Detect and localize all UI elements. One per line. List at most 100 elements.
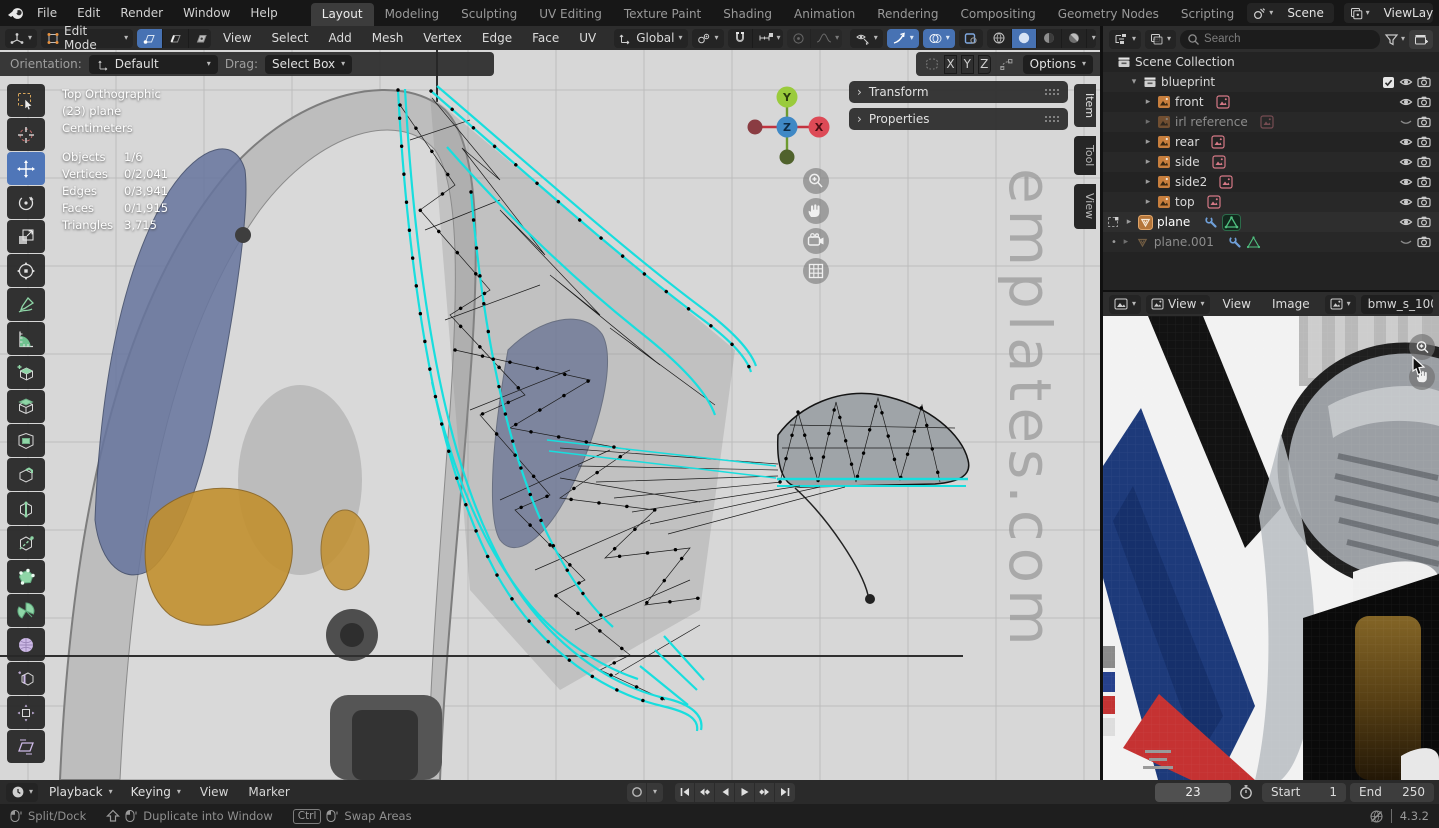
row-plane-001[interactable]: • ▸ plane.001 bbox=[1103, 232, 1439, 252]
play-reverse-button[interactable] bbox=[715, 782, 735, 802]
network-offline-icon[interactable] bbox=[1369, 809, 1384, 824]
image-mode-dropdown[interactable]: View ▾ bbox=[1146, 294, 1210, 314]
chevron-right-icon[interactable]: ▸ bbox=[1143, 157, 1153, 167]
scene-type-dropdown[interactable]: ▾ bbox=[1247, 3, 1279, 23]
tab-sculpting[interactable]: Sculpting bbox=[450, 3, 528, 26]
viewlayer-type-dropdown[interactable]: ▾ bbox=[1344, 3, 1376, 23]
tab-animation[interactable]: Animation bbox=[783, 3, 866, 26]
tool-inset-faces[interactable] bbox=[7, 424, 45, 457]
shading-dropdown[interactable]: ▾ bbox=[1086, 28, 1097, 48]
properties-panel-header[interactable]: › Properties bbox=[849, 108, 1068, 130]
tab-uv-editing[interactable]: UV Editing bbox=[528, 3, 613, 26]
keying-dropdown[interactable]: Keying ▾ bbox=[124, 783, 188, 802]
tool-knife[interactable] bbox=[7, 526, 45, 559]
tab-shading[interactable]: Shading bbox=[712, 3, 783, 26]
menu-marker[interactable]: Marker bbox=[240, 785, 297, 799]
tab-view[interactable]: View bbox=[1074, 184, 1096, 229]
tool-move[interactable] bbox=[7, 152, 45, 185]
image-browse-dropdown[interactable]: ▾ bbox=[1324, 294, 1356, 314]
camera-visibility-icon[interactable] bbox=[1417, 175, 1431, 189]
tab-modeling[interactable]: Modeling bbox=[374, 3, 451, 26]
tool-transform[interactable] bbox=[7, 254, 45, 287]
menu-window[interactable]: Window bbox=[174, 4, 239, 22]
shading-wireframe-button[interactable] bbox=[986, 28, 1012, 48]
overlays-toggle[interactable]: ▾ bbox=[922, 28, 955, 48]
eye-icon[interactable] bbox=[1399, 215, 1413, 229]
previous-keyframe-button[interactable] bbox=[695, 782, 715, 802]
shading-material-button[interactable] bbox=[1036, 28, 1062, 48]
mirror-x-toggle[interactable]: X bbox=[944, 54, 957, 74]
outliner-editor-type-dropdown[interactable]: ▾ bbox=[1109, 29, 1142, 49]
tool-annotate[interactable] bbox=[7, 288, 45, 321]
jump-to-end-button[interactable] bbox=[775, 783, 795, 802]
tool-spin[interactable] bbox=[7, 594, 45, 627]
end-frame-field[interactable]: End 250 bbox=[1350, 782, 1434, 802]
tool-rotate[interactable] bbox=[7, 186, 45, 219]
row-rear[interactable]: ▸ rear bbox=[1103, 132, 1439, 152]
tool-shear[interactable] bbox=[7, 730, 45, 763]
tool-extrude-region[interactable] bbox=[7, 390, 45, 423]
chevron-right-icon[interactable]: ▸ bbox=[1121, 237, 1131, 247]
tool-shrink-fatten[interactable] bbox=[7, 696, 45, 729]
tool-cursor[interactable] bbox=[7, 118, 45, 151]
tab-compositing[interactable]: Compositing bbox=[949, 3, 1046, 26]
orientation-dropdown[interactable]: Global ▾ bbox=[614, 28, 688, 48]
drag-mode-dropdown[interactable]: Select Box ▾ bbox=[265, 54, 353, 74]
edge-select-button[interactable] bbox=[163, 28, 190, 48]
menu-face[interactable]: Face bbox=[524, 31, 567, 45]
tab-tool[interactable]: Tool bbox=[1074, 136, 1096, 176]
pivot-point-dropdown[interactable]: ▾ bbox=[691, 28, 724, 48]
eye-icon[interactable] bbox=[1399, 155, 1413, 169]
timeline-editor-type-dropdown[interactable]: ▾ bbox=[6, 782, 39, 802]
proportional-edit-toggle[interactable] bbox=[787, 28, 812, 48]
camera-view-button[interactable] bbox=[803, 228, 829, 254]
menu-edit[interactable]: Edit bbox=[68, 4, 109, 22]
playback-dropdown[interactable]: Playback ▾ bbox=[42, 783, 120, 802]
menu-mesh[interactable]: Mesh bbox=[364, 31, 412, 45]
eye-closed-icon[interactable] bbox=[1399, 235, 1413, 249]
eye-icon[interactable] bbox=[1399, 195, 1413, 209]
jump-to-start-button[interactable] bbox=[675, 782, 695, 802]
current-frame-field[interactable]: 23 bbox=[1155, 782, 1231, 802]
image-editor-canvas[interactable] bbox=[1103, 316, 1439, 780]
outliner-display-mode-dropdown[interactable]: ▾ bbox=[1145, 29, 1177, 49]
camera-visibility-icon[interactable] bbox=[1417, 235, 1431, 249]
eye-icon[interactable] bbox=[1399, 175, 1413, 189]
camera-visibility-icon[interactable] bbox=[1417, 155, 1431, 169]
tool-orientation-dropdown[interactable]: Default ▾ bbox=[88, 54, 218, 74]
chevron-right-icon[interactable]: ▸ bbox=[1124, 217, 1134, 227]
chevron-right-icon[interactable]: ▸ bbox=[1143, 137, 1153, 147]
tab-scripting[interactable]: Scripting bbox=[1170, 3, 1245, 26]
start-frame-field[interactable]: Start 1 bbox=[1262, 782, 1346, 802]
mode-dropdown[interactable]: Edit Mode ▾ bbox=[41, 24, 134, 52]
auto-key-dropdown[interactable]: ▾ bbox=[647, 783, 663, 802]
vertex-select-button[interactable] bbox=[137, 28, 164, 48]
tab-rendering[interactable]: Rendering bbox=[866, 3, 949, 26]
row-scene-collection[interactable]: Scene Collection bbox=[1103, 52, 1439, 72]
shading-rendered-button[interactable] bbox=[1061, 28, 1087, 48]
menu-view[interactable]: View bbox=[1215, 297, 1259, 311]
menu-help[interactable]: Help bbox=[241, 4, 286, 22]
new-collection-button[interactable] bbox=[1409, 29, 1433, 49]
snap-target-dropdown[interactable]: ▾ bbox=[752, 28, 784, 48]
scene-name[interactable]: Scene bbox=[1279, 6, 1332, 20]
tab-item[interactable]: Item bbox=[1074, 84, 1096, 128]
filter-dropdown[interactable]: ▾ bbox=[1384, 33, 1405, 46]
chevron-right-icon[interactable]: ▸ bbox=[1143, 177, 1153, 187]
eye-icon[interactable] bbox=[1399, 95, 1413, 109]
face-select-button[interactable] bbox=[189, 28, 211, 48]
search-input[interactable] bbox=[1180, 29, 1380, 49]
camera-visibility-icon[interactable] bbox=[1417, 195, 1431, 209]
play-button[interactable] bbox=[735, 782, 755, 802]
camera-visibility-icon[interactable] bbox=[1417, 75, 1431, 89]
eye-icon[interactable] bbox=[1399, 135, 1413, 149]
tool-measure[interactable] bbox=[7, 322, 45, 355]
row-irl-reference[interactable]: ▸ irl reference bbox=[1103, 112, 1439, 132]
menu-view[interactable]: View bbox=[215, 31, 259, 45]
camera-visibility-icon[interactable] bbox=[1417, 95, 1431, 109]
tab-texture-paint[interactable]: Texture Paint bbox=[613, 3, 712, 26]
row-plane[interactable]: ▸ plane bbox=[1103, 212, 1439, 232]
camera-visibility-icon[interactable] bbox=[1417, 215, 1431, 229]
menu-vertex[interactable]: Vertex bbox=[415, 31, 470, 45]
row-top[interactable]: ▸ top bbox=[1103, 192, 1439, 212]
